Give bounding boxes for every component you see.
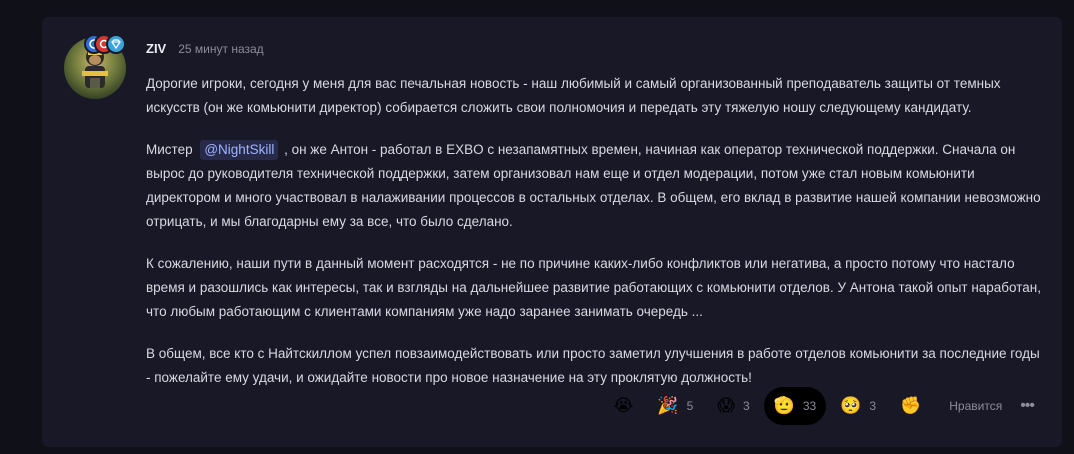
post-header: ZIV 25 минут назад (146, 41, 264, 56)
more-options-icon[interactable]: ••• (1020, 397, 1035, 415)
saluting-face-icon: 🫡 (773, 396, 795, 416)
post-body: Дорогие игроки, сегодня у меня для вас п… (146, 72, 1046, 408)
paragraph-text: , он же Антон - работал в EXBO с незапам… (146, 142, 1041, 229)
reaction-raised-fist[interactable]: ✊ (890, 387, 931, 425)
reaction-count: 3 (869, 399, 877, 413)
reaction-crying-face[interactable]: 😭 (604, 387, 644, 425)
reaction-count: 5 (686, 399, 694, 413)
post-paragraph-4: В общем, все кто с Найтскиллом успел пов… (146, 346, 1040, 385)
post-card: ZIV 25 минут назад Дорогие игроки, сегод… (42, 17, 1062, 447)
paragraph-text: Мистер (146, 142, 197, 157)
screaming-face-icon: 😱 (717, 396, 735, 416)
user-mention[interactable]: @NightSkill (200, 140, 279, 160)
post-paragraph-2: Мистер @NightSkill , он же Антон - работ… (146, 138, 1046, 234)
author-avatar-container[interactable] (64, 34, 126, 99)
pleading-face-icon: 🥺 (840, 396, 862, 416)
reaction-screaming-face[interactable]: 😱 3 (707, 387, 759, 425)
like-button[interactable]: Нравится (949, 399, 1002, 413)
post-paragraph-3: К сожалению, наши пути в данный момент р… (146, 256, 1042, 319)
post-timestamp[interactable]: 25 минут назад (178, 42, 263, 56)
reaction-saluting-face[interactable]: 🫡 33 (763, 387, 827, 425)
diamond-badge-icon (106, 34, 126, 54)
reactions-bar: 😭 🎉 5 😱 3 🫡 33 🥺 3 ✊ Нравится ••• (600, 387, 1062, 425)
author-name[interactable]: ZIV (146, 41, 166, 56)
crying-face-icon: 😭 (613, 396, 634, 416)
reaction-count: 33 (802, 399, 817, 413)
reaction-pleading-face[interactable]: 🥺 3 (830, 387, 886, 425)
reaction-party-popper[interactable]: 🎉 5 (647, 387, 703, 425)
raised-fist-icon: ✊ (900, 396, 922, 416)
post-paragraph-1: Дорогие игроки, сегодня у меня для вас п… (146, 76, 1001, 115)
party-popper-icon: 🎉 (657, 396, 679, 416)
reaction-count: 3 (742, 399, 750, 413)
